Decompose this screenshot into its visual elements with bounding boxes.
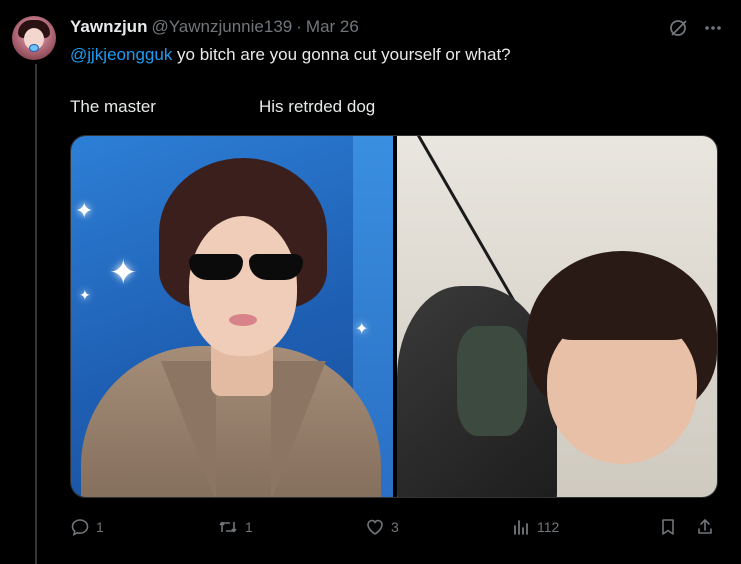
mention-link[interactable]: @jjkjeongguk [70, 45, 172, 64]
views-button[interactable]: 112 [511, 514, 559, 540]
tweet-text: @jjkjeongguk yo bitch are you gonna cut … [70, 44, 511, 66]
reply-count: 1 [96, 519, 104, 535]
more-icon[interactable] [703, 18, 723, 38]
bookmark-icon [658, 517, 678, 537]
tweet-media[interactable]: ✦ ✦ ✦ ✦ [70, 135, 718, 498]
share-icon [695, 517, 715, 537]
reply-button[interactable]: 1 [70, 514, 104, 540]
retweet-button[interactable]: 1 [217, 514, 253, 540]
share-button[interactable] [695, 514, 715, 540]
grok-icon[interactable] [669, 18, 689, 38]
heart-icon [365, 517, 385, 537]
tweet-body: yo bitch are you gonna cut yourself or w… [172, 45, 511, 64]
display-name[interactable]: Yawnzjun [70, 17, 147, 37]
views-icon [511, 517, 531, 537]
sparkle-icon: ✦ [79, 287, 91, 303]
user-handle[interactable]: @Yawnzjunnie139 [151, 17, 292, 37]
sparkle-icon: ✦ [355, 321, 369, 338]
sparkle-icon: ✦ [75, 198, 94, 223]
caption-left: The master [70, 97, 156, 116]
retweet-count: 1 [245, 519, 253, 535]
caption-right: His retrded dog [259, 97, 376, 116]
tweet-date[interactable]: Mar 26 [306, 17, 359, 37]
thread-line [35, 64, 37, 564]
reply-icon [70, 517, 90, 537]
media-image-left[interactable]: ✦ ✦ ✦ ✦ [71, 136, 393, 497]
like-count: 3 [391, 519, 399, 535]
bookmark-button[interactable] [658, 514, 678, 540]
retweet-icon [217, 517, 239, 537]
tweet-header: Yawnzjun @Yawnzjunnie139 · Mar 26 [70, 16, 359, 38]
like-button[interactable]: 3 [365, 514, 399, 540]
sparkle-icon: ✦ [109, 254, 138, 292]
avatar[interactable] [12, 16, 56, 60]
media-image-right[interactable] [397, 136, 717, 497]
separator-dot: · [296, 17, 302, 36]
top-actions [669, 18, 723, 38]
views-count: 112 [537, 519, 560, 535]
action-bar: 1 1 3 112 [70, 514, 718, 540]
